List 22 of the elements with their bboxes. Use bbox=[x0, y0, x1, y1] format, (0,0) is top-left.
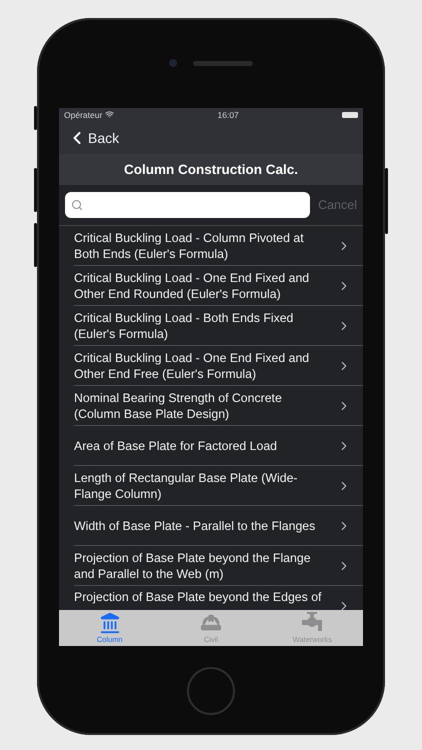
list-item[interactable]: Projection of Base Plate beyond the Flange and Parallel to the Web (m) bbox=[74, 546, 363, 586]
camera-icon bbox=[169, 59, 177, 67]
home-button[interactable] bbox=[187, 666, 235, 714]
battery-icon bbox=[342, 112, 358, 118]
list-item[interactable]: Critical Buckling Load - One End Fixed and Other End Free (Euler's Formula) bbox=[74, 346, 363, 386]
back-button[interactable]: Back bbox=[67, 128, 120, 148]
search-field[interactable] bbox=[65, 192, 310, 218]
list-item[interactable]: Critical Buckling Load - Both Ends Fixed (Euler's Formula) bbox=[74, 306, 363, 346]
faucet-icon bbox=[300, 612, 324, 634]
list-item[interactable]: Nominal Bearing Strength of Concrete (Column Base Plate Design) bbox=[74, 386, 363, 426]
list-item[interactable]: Length of Rectangular Base Plate (Wide-Flange Column) bbox=[74, 466, 363, 506]
column-building-icon bbox=[98, 612, 121, 634]
list-item[interactable]: Width of Base Plate - Parallel to the Flanges bbox=[74, 506, 363, 546]
list-item[interactable]: Critical Buckling Load - Column Pivoted at Both Ends (Euler's Formula) bbox=[74, 226, 363, 266]
search-icon bbox=[71, 199, 83, 211]
status-time: 16:07 bbox=[218, 110, 239, 120]
speaker-grille bbox=[193, 60, 253, 66]
screen-title: Column Construction Calc. bbox=[124, 162, 298, 177]
wifi-icon bbox=[105, 110, 114, 119]
list-item[interactable]: Critical Buckling Load - One End Fixed and Other End Rounded (Euler's Formula) bbox=[74, 266, 363, 306]
list-item[interactable]: Area of Base Plate for Factored Load bbox=[74, 426, 363, 466]
carrier-name: Opérateur bbox=[64, 110, 102, 120]
